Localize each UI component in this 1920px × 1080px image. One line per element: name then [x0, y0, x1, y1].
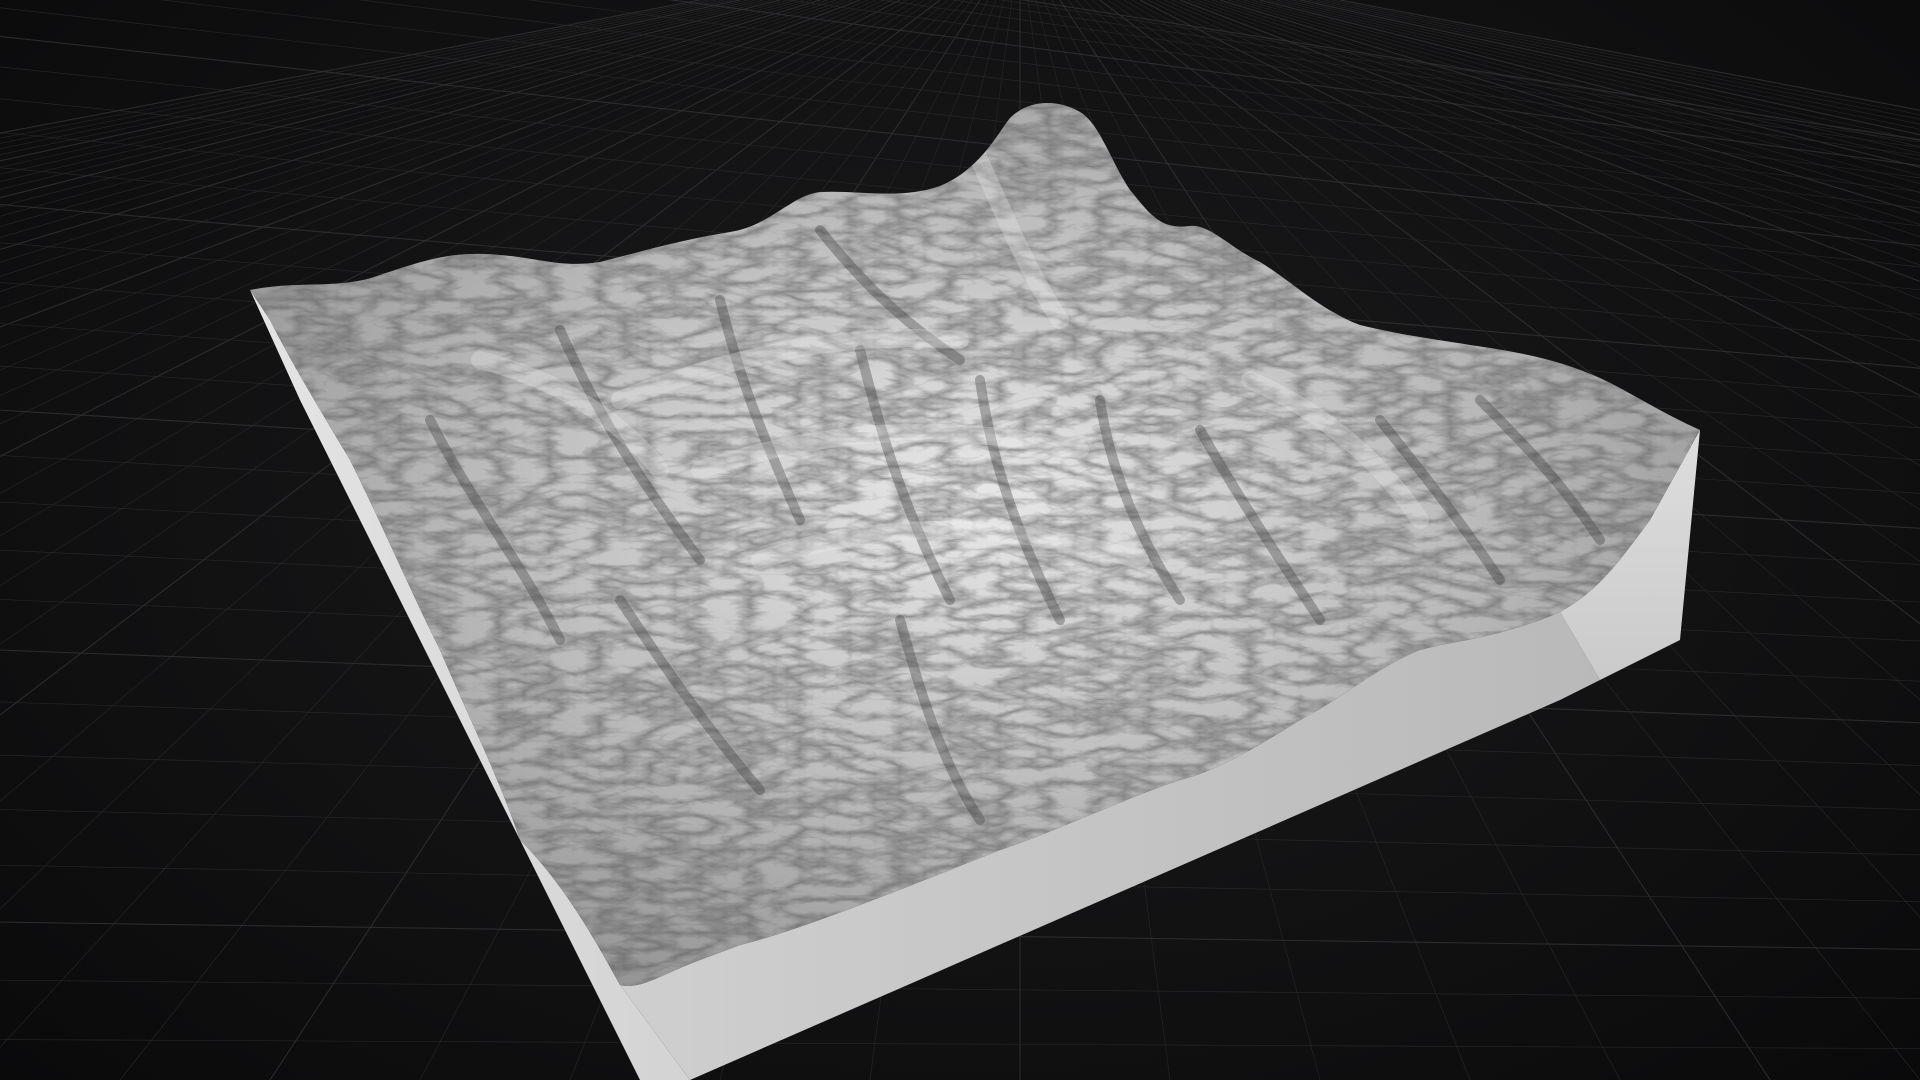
grid-line — [786, 0, 1920, 156]
grid-line — [950, 0, 1920, 143]
3d-viewport[interactable] — [0, 0, 1920, 1080]
terrain-scene[interactable] — [0, 0, 1920, 1080]
grid-line — [0, 979, 1920, 999]
grid-line — [358, 0, 1920, 193]
grid-line — [0, 1039, 1920, 1049]
